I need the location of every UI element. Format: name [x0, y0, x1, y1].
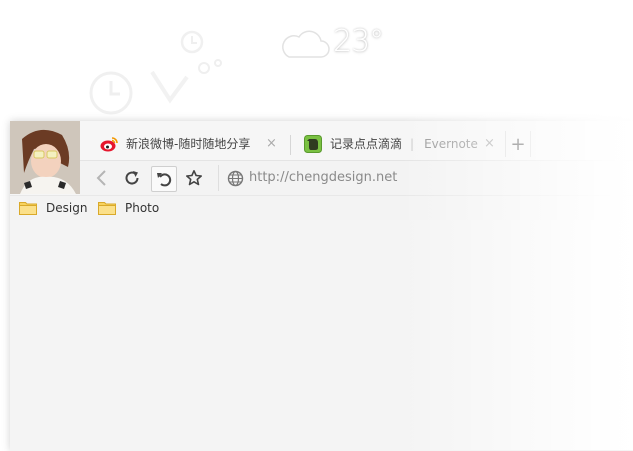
globe-icon: [227, 170, 243, 186]
stopwatch-icon: [150, 30, 222, 104]
clock-icon: [89, 71, 133, 115]
tab-strip: 新浪微博-随时随地分享 × 记录点点滴滴 | Evernote × +: [80, 121, 633, 160]
tab-subtitle: Evernote: [424, 136, 478, 151]
tab-close-button[interactable]: ×: [266, 136, 277, 151]
undo-button[interactable]: [151, 166, 177, 192]
avatar[interactable]: [10, 121, 80, 194]
browser-window: 新浪微博-随时随地分享 × 记录点点滴滴 | Evernote × + http…: [10, 121, 633, 451]
tab-divider: [290, 135, 291, 155]
reload-button[interactable]: [120, 166, 144, 190]
bookmark-label: Design: [46, 201, 88, 215]
toolbar-divider: [218, 165, 219, 191]
address-bar[interactable]: http://chengdesign.net: [249, 170, 397, 185]
page-content-area[interactable]: [10, 220, 633, 451]
undo-icon: [157, 173, 172, 187]
tab-title: 记录点点滴滴: [330, 137, 403, 151]
reload-icon: [125, 171, 139, 185]
weather-temperature: 23°: [333, 24, 384, 59]
weibo-icon: [100, 136, 118, 151]
bookmark-design[interactable]: Design: [19, 201, 87, 215]
bookmark-photo[interactable]: Photo: [98, 201, 159, 215]
bookmark-star-button[interactable]: [182, 166, 206, 190]
tab-close-button[interactable]: ×: [484, 136, 495, 151]
folder-icon: [19, 202, 37, 215]
tab-weibo[interactable]: 新浪微博-随时随地分享 ×: [100, 127, 290, 160]
star-icon: [186, 170, 202, 186]
bookmarks-bar: Design Photo: [10, 195, 633, 221]
avatar-photo: [10, 121, 80, 194]
folder-icon: [98, 202, 116, 215]
tab-title-separator: |: [410, 136, 415, 151]
back-icon: [96, 170, 106, 186]
navigation-toolbar: http://chengdesign.net: [80, 160, 633, 195]
bookmark-label: Photo: [125, 201, 160, 215]
site-info-button[interactable]: [223, 166, 247, 190]
back-button[interactable]: [90, 166, 114, 190]
cloud-icon: [282, 30, 330, 58]
evernote-icon: [304, 134, 322, 153]
new-tab-button[interactable]: +: [505, 131, 531, 157]
tab-title: 新浪微博-随时随地分享: [126, 137, 251, 151]
tab-evernote[interactable]: 记录点点滴滴 | Evernote ×: [304, 127, 504, 160]
